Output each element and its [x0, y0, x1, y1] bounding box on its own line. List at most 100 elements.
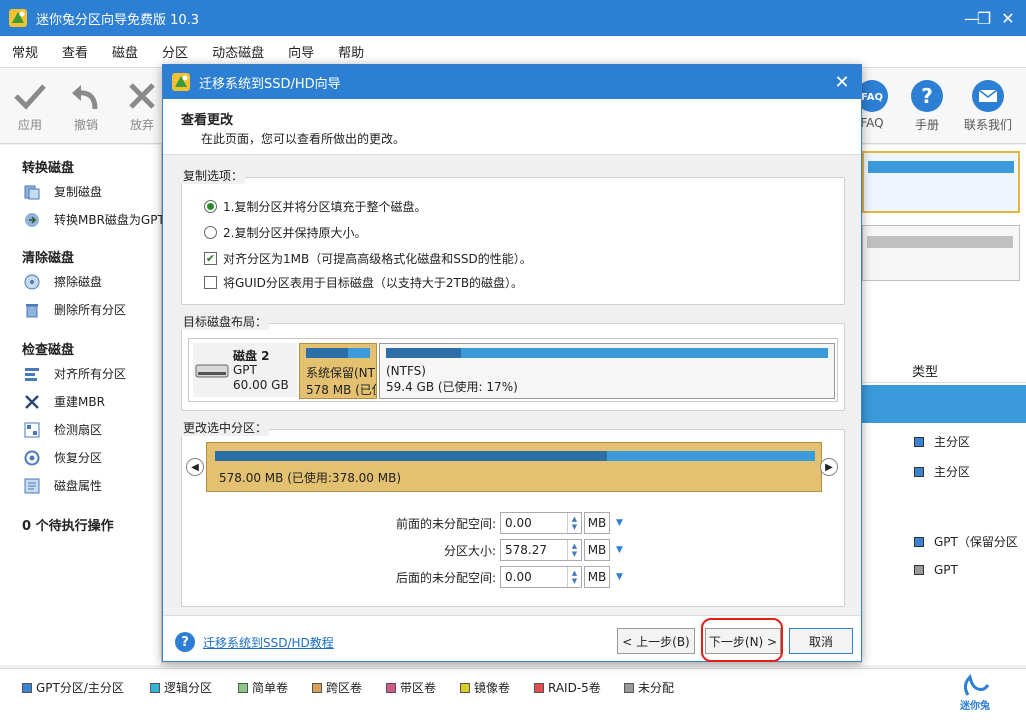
scroll-right-button[interactable]: ▶ — [820, 458, 838, 476]
menu-dynamic-disk[interactable]: 动态磁盘 — [212, 42, 264, 61]
after-unallocated-input[interactable]: 0.00 ▲ ▼ — [500, 566, 582, 588]
apply-label: 应用 — [17, 118, 42, 132]
disk-name: 磁盘 2 — [233, 349, 270, 363]
undo-icon — [72, 85, 98, 110]
apply-button[interactable]: 应用 — [2, 76, 58, 133]
partition-ntfs[interactable]: (NTFS) 59.4 GB (已使用: 17%) — [379, 343, 835, 399]
partition-list-header: 类型 — [862, 355, 1026, 383]
menu-wizard[interactable]: 向导 — [288, 42, 314, 61]
before-unallocated-input[interactable]: 0.00 ▲ ▼ — [500, 512, 582, 534]
action-surface-test[interactable]: 检测扇区 — [24, 421, 102, 438]
unit-select[interactable]: MB — [584, 539, 610, 561]
manual-label: 手册 — [914, 118, 939, 132]
manual-button[interactable]: ? 手册 — [899, 76, 955, 133]
action-delete-all-partitions-label: 删除所有分区 — [54, 303, 127, 317]
option-fit-disk[interactable]: 1.复制分区并将分区填充于整个磁盘。 — [204, 198, 426, 215]
dialog-header-subtitle: 在此页面，您可以查看所做出的更改。 — [201, 132, 406, 146]
action-convert-mbr-gpt[interactable]: 转换MBR磁盘为GPT — [24, 211, 165, 228]
help-icon[interactable]: ? — [175, 632, 195, 652]
radio-keep-size[interactable] — [204, 226, 217, 239]
field-value: 0.00 — [505, 570, 532, 584]
legend-logical: 逻辑分区 — [150, 679, 212, 696]
legend-label: 镜像卷 — [474, 681, 511, 695]
disk-map-second[interactable] — [862, 225, 1020, 281]
tutorial-link[interactable]: 迁移系统到SSD/HD教程 — [203, 634, 334, 651]
spinner-icon[interactable]: ▲ ▼ — [567, 540, 581, 560]
radio-fit-disk[interactable] — [204, 200, 217, 213]
menu-partition[interactable]: 分区 — [162, 42, 188, 61]
partition-system-reserved[interactable]: 系统保留(NTFS) 578 MB (已使用: 65%) — [299, 343, 377, 399]
scroll-left-button[interactable]: ◀ — [186, 458, 204, 476]
menu-help[interactable]: 帮助 — [338, 42, 364, 61]
action-delete-all-partitions[interactable]: 删除所有分区 — [24, 301, 126, 318]
legend-striped: 带区卷 — [386, 679, 436, 696]
legend-label: 带区卷 — [400, 681, 437, 695]
back-button[interactable]: < 上一步(B) — [617, 628, 695, 654]
spinner-icon[interactable]: ▲ ▼ — [567, 567, 581, 587]
action-rebuild-mbr[interactable]: 重建MBR — [24, 393, 105, 410]
disk-map-selected[interactable] — [862, 151, 1020, 213]
close-app-button[interactable]: ✕ — [990, 0, 1026, 36]
migrate-os-wizard-dialog: 迁移系统到SSD/HD向导 ✕ 查看更改 在此页面，您可以查看所做出的更改。 1… — [162, 64, 862, 662]
menu-general[interactable]: 常规 — [12, 42, 38, 61]
action-align-all[interactable]: 对齐所有分区 — [24, 365, 126, 382]
help-icon: ? — [911, 80, 943, 112]
type-row-4[interactable]: GPT — [914, 563, 958, 577]
dropdown-arrow-icon[interactable]: ▼ — [616, 545, 623, 555]
svg-text:?: ? — [921, 84, 933, 108]
option-use-guid[interactable]: 将GUID分区表用于目标磁盘（以支持大于2TB的磁盘）。 — [204, 274, 523, 291]
menu-disk[interactable]: 磁盘 — [112, 42, 138, 61]
action-panel: 转换磁盘 复制磁盘 转换MBR磁盘为GPT 清除磁盘 擦除磁盘 删除所有分区 检… — [0, 145, 165, 665]
menu-view[interactable]: 查看 — [62, 42, 88, 61]
cancel-button[interactable]: 取消 — [789, 628, 853, 654]
convert-disk-icon — [24, 212, 40, 228]
hard-disk-icon — [195, 364, 229, 378]
spinner-icon[interactable]: ▲ ▼ — [567, 513, 581, 533]
checkbox-use-guid[interactable] — [204, 276, 217, 289]
checkbox-align-1mb[interactable]: ✔ — [204, 252, 217, 265]
properties-icon — [24, 478, 40, 494]
dropdown-arrow-icon[interactable]: ▼ — [616, 572, 623, 582]
action-copy-disk[interactable]: 复制磁盘 — [24, 183, 102, 200]
unallocated-swatch — [914, 565, 924, 575]
dialog-title: 迁移系统到SSD/HD向导 — [199, 76, 341, 92]
legend-swatch — [534, 682, 544, 693]
action-wipe-disk[interactable]: 擦除磁盘 — [24, 273, 102, 290]
contact-button[interactable]: 联系我们 — [960, 76, 1016, 133]
dropdown-arrow-icon[interactable]: ▼ — [616, 518, 623, 528]
option-keep-size[interactable]: 2.复制分区并保持原大小。 — [204, 224, 366, 241]
partition-usage-fill — [306, 348, 348, 358]
section-convert-disk: 转换磁盘 — [22, 161, 75, 176]
legend-simple: 简单卷 — [238, 679, 288, 696]
legend-label: 跨区卷 — [326, 681, 363, 695]
action-recover-partition[interactable]: 恢复分区 — [24, 449, 102, 466]
selected-partition-block[interactable]: 578.00 MB (已使用:378.00 MB) — [206, 442, 822, 492]
mail-icon — [972, 80, 1004, 112]
unit-select[interactable]: MB — [584, 512, 610, 534]
field-label: 分区大小: — [443, 543, 496, 558]
type-label-1: 主分区 — [934, 435, 971, 449]
type-label-4: GPT — [934, 563, 958, 577]
trash-icon — [24, 302, 40, 318]
recover-icon — [24, 450, 40, 466]
action-disk-properties-label: 磁盘属性 — [54, 479, 103, 493]
type-row-1[interactable]: 主分区 — [914, 433, 970, 450]
dialog-close-button[interactable]: ✕ — [827, 67, 857, 97]
legend-label: 未分配 — [638, 681, 675, 695]
partition-info: 59.4 GB (已使用: 17%) — [386, 380, 518, 394]
action-disk-properties[interactable]: 磁盘属性 — [24, 477, 102, 494]
partition-row-selected[interactable] — [862, 385, 1026, 423]
type-row-3[interactable]: GPT（保留分区 — [914, 533, 1018, 550]
partition-size-input[interactable]: 578.27 ▲ ▼ — [500, 539, 582, 561]
unit-select[interactable]: MB — [584, 566, 610, 588]
option-align-1mb[interactable]: ✔ 对齐分区为1MB（可提高高级格式化磁盘和SSD的性能）。 — [204, 250, 532, 267]
action-convert-mbr-gpt-label: 转换MBR磁盘为GPT — [54, 213, 165, 227]
target-disk-layout: 磁盘 2 GPT 60.00 GB 系统保留(NTFS) 578 MB (已使用… — [188, 338, 838, 402]
undo-button[interactable]: 撤销 — [58, 76, 114, 133]
field-value: 0.00 — [505, 516, 532, 530]
legend-swatch — [312, 682, 322, 693]
gpt-swatch — [914, 536, 924, 547]
type-row-2[interactable]: 主分区 — [914, 463, 970, 480]
align-icon — [24, 366, 40, 382]
disk-info: 磁盘 2 GPT 60.00 GB — [193, 343, 297, 397]
